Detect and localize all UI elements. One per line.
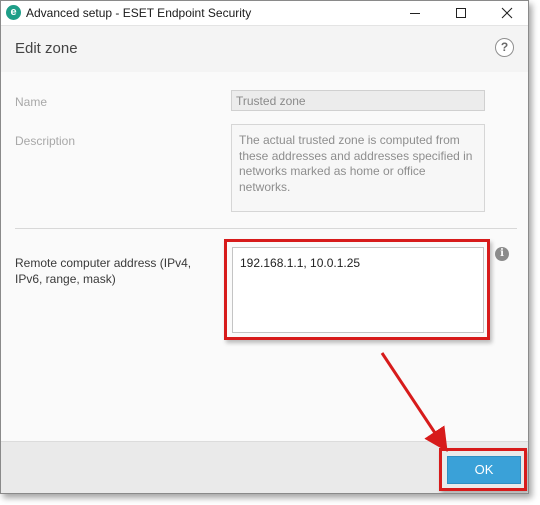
edit-zone-window: e Advanced setup - ESET Endpoint Securit… bbox=[0, 0, 529, 494]
annotation-arrow bbox=[380, 352, 448, 453]
